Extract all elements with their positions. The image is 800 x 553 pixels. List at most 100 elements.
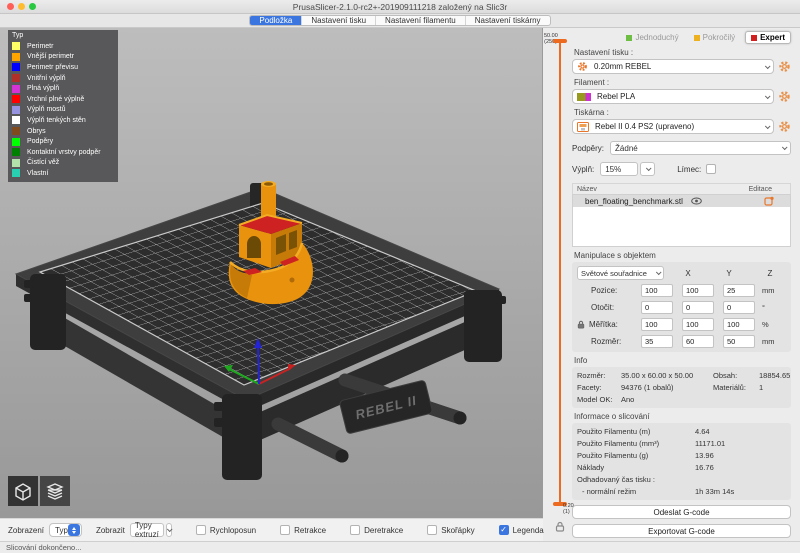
sliced-value: 13.96 [695,451,786,460]
print-settings-combo[interactable]: 0.20mm REBEL [572,59,774,74]
coordinate-space-select[interactable]: Světové souřadnice [577,266,664,280]
filament-gear-button[interactable] [778,90,791,103]
sliced-label: Použito Filamentu (g) [577,451,695,460]
info-label: Rozměr: [577,371,621,380]
checkbox-retractions[interactable]: Retrakce [280,525,326,535]
legend-checkbox[interactable]: ✓ [499,525,509,535]
print-settings-value: 0.20mm REBEL [594,62,651,71]
scale-z-input[interactable] [723,318,755,331]
travel-checkbox[interactable] [196,525,206,535]
mode-expert-button[interactable]: Expert [745,31,791,44]
size-z-input[interactable] [723,335,755,348]
sliced-info-panel: Použito Filamentu (m) 4.64 Použito Filam… [572,423,791,500]
legend-label: Perimetr [27,43,53,50]
position-x-input[interactable] [641,284,673,297]
view-mode-select[interactable]: Typ [49,523,82,537]
size-unit: mm [762,337,775,346]
infill-dropdown-button[interactable] [640,162,655,176]
feature-type-value: Typy extruzí [135,521,159,539]
scale-x-input[interactable] [641,318,673,331]
position-y-input[interactable] [682,284,714,297]
mode-simple-icon [626,35,632,41]
infill-combo[interactable]: 15% [600,162,638,176]
info-label: Materiálů: [713,383,759,392]
sliced-label: - normální režim [577,487,695,496]
slider-track[interactable] [559,42,561,503]
edit-object-icon[interactable] [764,196,774,206]
tab-plater[interactable]: Podložka [250,16,301,25]
scale-unit: % [762,320,769,329]
retractions-label: Retrakce [294,526,326,535]
tab-printer-settings[interactable]: Nastavení tiskárny [465,16,550,25]
brim-checkbox[interactable] [706,164,716,174]
manipulation-title: Manipulace s objektem [574,251,791,260]
tab-print-settings[interactable]: Nastavení tisku [301,16,375,25]
retractions-checkbox[interactable] [280,525,290,535]
legend-swatch [12,148,20,156]
3d-viewport[interactable]: REBEL II [0,28,543,518]
supports-combo[interactable]: Žádné [610,141,791,155]
lock-icon[interactable] [577,320,585,329]
legend-swatch [12,74,20,82]
chevron-down-icon [656,269,662,275]
position-label: Pozice: [577,286,641,295]
checkbox-travel[interactable]: Rychloposun [196,525,256,535]
legend-swatch [12,95,20,103]
printer-combo[interactable]: Rebel II 0.4 PS2 (upraveno) [572,119,774,134]
eye-icon[interactable] [691,197,702,205]
3d-view-button[interactable] [8,476,38,506]
print-settings-gear-button[interactable] [778,60,791,73]
infill-label: Výplň: [572,165,594,174]
cube-icon [12,480,34,502]
supports-label: Podpěry: [572,144,604,153]
column-name: Název [577,186,597,193]
legend-swatch [12,85,20,93]
legend-label: Vlastní [27,170,48,177]
object-list-body[interactable]: ben_floating_benchmark.stl [572,194,791,247]
feature-type-combo[interactable]: Typy extruzí [130,523,164,537]
deretractions-checkbox[interactable] [350,525,360,535]
feature-type-dropdown-button[interactable] [166,523,172,537]
checkbox-legend[interactable]: ✓ Legenda [499,525,544,535]
size-x-input[interactable] [641,335,673,348]
info-value: Ano [621,395,713,404]
size-label: Rozměr: [577,337,641,346]
right-sidebar: 50.00 (250) 0.20 (1) Jednoduchý Pokročil… [544,28,800,541]
info-label: Facety: [577,383,621,392]
info-value: 18854.65 [759,371,790,380]
sliced-value: 4.64 [695,427,786,436]
sliced-value: 1h 33m 14s [695,487,786,496]
object-row[interactable]: ben_floating_benchmark.stl [573,195,790,207]
rotate-y-input[interactable] [682,301,714,314]
checkbox-deretractions[interactable]: Deretrakce [350,525,403,535]
object-list: Název Editace ben_floating_benchmark.stl [572,183,791,247]
legend-label: Obrys [27,128,46,135]
printer-label: Tiskárna : [574,108,791,117]
rotate-x-input[interactable] [641,301,673,314]
printer-value: Rebel II 0.4 PS2 (upraveno) [595,122,694,131]
shells-checkbox[interactable] [427,525,437,535]
layers-preview-button[interactable] [40,476,70,506]
legend-header: Typ [12,32,118,39]
mode-expert-icon [751,35,757,41]
slider-lock-icon[interactable] [555,521,565,532]
send-gcode-button[interactable]: Odeslat G-code [572,505,791,519]
legend-swatch [12,138,20,146]
slider-upper-handle[interactable] [553,39,567,43]
size-y-input[interactable] [682,335,714,348]
printer-gear-button[interactable] [778,120,791,133]
checkbox-shells[interactable]: Skořápky [427,525,474,535]
print-settings-label: Nastavení tisku : [574,48,791,57]
sliced-label: Odhadovaný čas tisku : [577,475,695,484]
tab-filament-settings[interactable]: Nastavení filamentu [375,16,465,25]
rotate-z-input[interactable] [723,301,755,314]
export-gcode-button[interactable]: Exportovat G-code [572,524,791,538]
mode-simple-button[interactable]: Jednoduchý [621,31,683,44]
position-z-input[interactable] [723,284,755,297]
sliced-value: 11171.01 [695,439,786,448]
mode-advanced-button[interactable]: Pokročilý [689,31,740,44]
legend-swatch [12,42,20,50]
filament-combo[interactable]: Rebel PLA [572,89,774,104]
scale-y-input[interactable] [682,318,714,331]
layer-slider[interactable]: 50.00 (250) 0.20 (1) [544,28,568,541]
